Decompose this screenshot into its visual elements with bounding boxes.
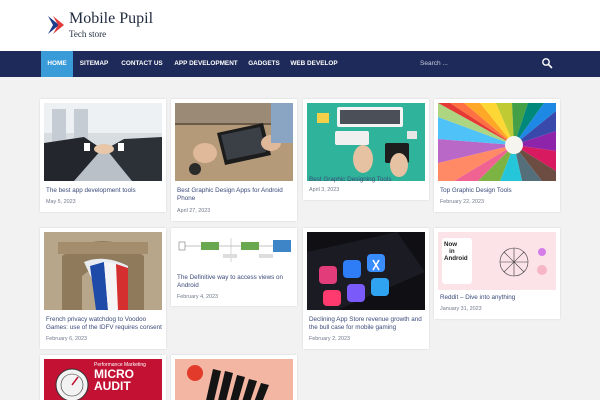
post-title[interactable]: Best Graphic Design Apps for Android Pho… — [177, 187, 293, 204]
now-in-android-label: Now in Android — [444, 241, 468, 263]
post-title[interactable]: Best Graphic Designing Tools — [309, 176, 425, 184]
post-date[interactable]: January 31, 2023 — [440, 306, 482, 312]
nav-item-contact-us[interactable]: CONTACT US — [116, 51, 168, 77]
nav-item-gadgets[interactable]: GADGETS — [244, 51, 284, 77]
post-date[interactable]: February 6, 2023 — [46, 336, 87, 342]
post-title[interactable]: Declining App Store revenue growth and t… — [309, 316, 425, 333]
search-icon[interactable] — [541, 57, 553, 69]
post-thumbnail-drawing-tablet[interactable] — [175, 103, 293, 181]
post-card[interactable]: Now in Android Reddit – Dive into anythin… — [434, 228, 560, 319]
post-thumbnail-now-in-android[interactable]: Now in Android — [438, 232, 556, 290]
post-title[interactable]: Top Graphic Design Tools — [440, 187, 556, 195]
post-title[interactable]: Reddit – Dive into anything — [440, 294, 556, 302]
post-thumbnail-flow-diagram[interactable] — [175, 232, 293, 270]
post-thumbnail-app-store-phone[interactable] — [307, 232, 425, 310]
post-thumbnail-colored-pencils[interactable] — [438, 103, 556, 181]
post-date[interactable]: April 3, 2023 — [309, 187, 339, 193]
post-thumbnail-dominoes[interactable] — [175, 359, 293, 400]
post-card[interactable] — [171, 355, 297, 400]
site-header: Mobile Pupil Tech store — [0, 0, 600, 51]
site-tagline: Tech store — [69, 29, 107, 39]
post-thumbnail-arc-de-triomphe[interactable] — [44, 232, 162, 310]
post-date[interactable]: May 5, 2023 — [46, 199, 76, 205]
nav-item-home[interactable]: HOME — [41, 51, 73, 77]
search-input[interactable] — [420, 56, 538, 70]
site-title[interactable]: Mobile Pupil — [69, 10, 153, 28]
post-title[interactable]: The best app development tools — [46, 187, 162, 195]
post-title[interactable]: The Definitive way to access views on An… — [177, 274, 293, 291]
post-title[interactable]: French privacy watchdog to Voodoo Games:… — [46, 316, 162, 333]
post-card[interactable]: French privacy watchdog to Voodoo Games:… — [40, 228, 166, 349]
site-logo-icon[interactable] — [46, 14, 66, 36]
post-date[interactable]: April 27, 2023 — [177, 208, 210, 214]
post-card[interactable]: Top Graphic Design Tools February 22, 20… — [434, 99, 560, 212]
post-card[interactable]: Declining App Store revenue growth and t… — [303, 228, 429, 349]
post-card[interactable]: Best Graphic Designing Tools April 3, 20… — [303, 99, 429, 200]
nav-item-app-development[interactable]: APP DEVELOPMENT — [172, 51, 240, 77]
nav-item-web-develop[interactable]: WEB DEVELOP — [289, 51, 339, 77]
post-thumbnail-designer-desk[interactable] — [307, 103, 425, 181]
micro-audit-overlay-text: Performance Marketing MICRO AUDIT — [94, 362, 146, 393]
post-thumbnail-micro-audit[interactable]: Performance Marketing MICRO AUDIT — [44, 359, 162, 400]
nav-item-sitemap[interactable]: SITEMAP — [75, 51, 113, 77]
post-card[interactable]: The Definitive way to access views on An… — [171, 228, 297, 306]
post-card[interactable]: Performance Marketing MICRO AUDIT — [40, 355, 166, 400]
post-thumbnail-handshake[interactable] — [44, 103, 162, 181]
post-card[interactable]: Best Graphic Design Apps for Android Pho… — [171, 99, 297, 221]
post-date[interactable]: February 4, 2023 — [177, 294, 218, 300]
post-card[interactable]: The best app development tools May 5, 20… — [40, 99, 166, 212]
post-date[interactable]: February 2, 2023 — [309, 336, 350, 342]
post-date[interactable]: February 22, 2023 — [440, 199, 484, 205]
